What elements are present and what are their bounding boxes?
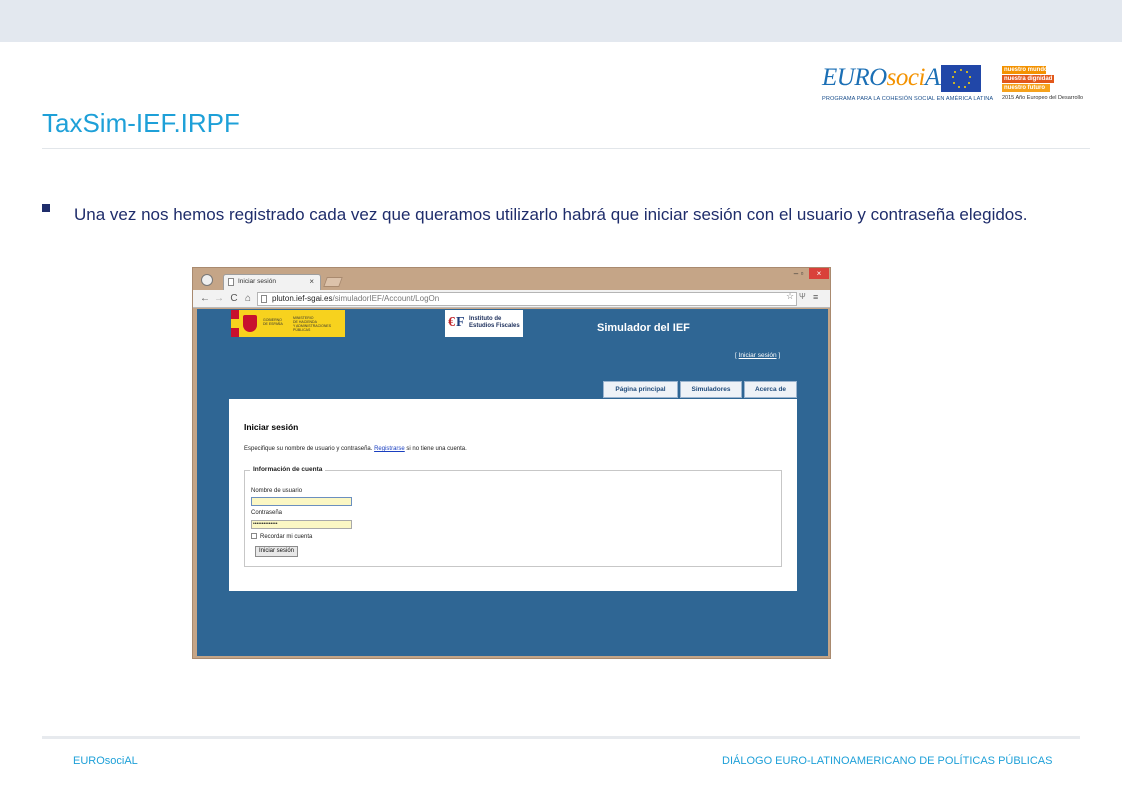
maximize-button[interactable]: ▫ bbox=[795, 268, 809, 279]
browser-screenshot: Iniciar sesión × – ▫ × ← → C ⌂ pluton.ie… bbox=[192, 267, 831, 659]
footer-left: EUROsociAL bbox=[73, 755, 138, 767]
password-input[interactable]: •••••••••••••• bbox=[251, 520, 352, 529]
username-label: Nombre de usuario bbox=[251, 488, 303, 494]
account-fieldset: Información de cuenta Nombre de usuario … bbox=[244, 466, 782, 567]
login-link[interactable]: Iniciar sesión bbox=[739, 352, 777, 359]
page-icon bbox=[228, 278, 234, 286]
url-host: pluton.ief-sgai.es bbox=[272, 294, 333, 303]
reload-icon[interactable]: C bbox=[228, 292, 240, 305]
site-title: Simulador del IEF bbox=[597, 322, 690, 334]
login-link-wrapper: [ Iniciar sesión ] bbox=[735, 352, 781, 359]
login-instructions: Especifique su nombre de usuario y contr… bbox=[244, 446, 467, 452]
tab-simulators[interactable]: Simuladores bbox=[680, 381, 742, 398]
spain-shield-icon bbox=[243, 315, 257, 332]
browser-tab-title: Iniciar sesión bbox=[238, 278, 276, 285]
slide: EUROsociAL PROGRAMA PARA LA COHESIÓN SOC… bbox=[0, 0, 1122, 794]
password-label: Contraseña bbox=[251, 510, 283, 516]
home-icon[interactable]: ⌂ bbox=[242, 292, 254, 305]
login-submit-button[interactable]: Iniciar sesión bbox=[255, 546, 299, 557]
forward-arrow-icon[interactable]: → bbox=[213, 292, 225, 305]
address-bar[interactable]: pluton.ief-sgai.es/simuladorIEF/Account/… bbox=[257, 292, 797, 306]
slide-title: TaxSim-IEF.IRPF bbox=[42, 108, 240, 138]
bullet-square-icon bbox=[42, 204, 50, 212]
login-heading: Iniciar sesión bbox=[244, 422, 299, 432]
new-tab-button[interactable] bbox=[323, 277, 343, 287]
tab-home[interactable]: Página principal bbox=[603, 381, 678, 398]
browser-tab[interactable]: Iniciar sesión × bbox=[223, 274, 321, 290]
browser-toolbar: ← → C ⌂ pluton.ief-sgai.es/simuladorIEF/… bbox=[193, 290, 830, 308]
eurosocial-tagline: PROGRAMA PARA LA COHESIÓN SOCIAL EN AMÉR… bbox=[822, 96, 994, 102]
web-page: GOBIERNO DE ESPAÑA MINISTERIO DE HACIEND… bbox=[197, 309, 828, 656]
fieldset-legend: Información de cuenta bbox=[250, 466, 326, 473]
extension-icon[interactable]: Ψ bbox=[799, 292, 806, 301]
spain-flag-icon bbox=[231, 310, 239, 337]
url-path: /simuladorIEF/Account/LogOn bbox=[332, 294, 440, 303]
username-input[interactable] bbox=[251, 497, 352, 506]
top-band bbox=[0, 0, 1122, 42]
remember-label: Recordar mi cuenta bbox=[260, 534, 313, 540]
tab-close-icon[interactable]: × bbox=[309, 277, 314, 286]
footer-right: DIÁLOGO EURO-LATINOAMERICANO DE POLÍTICA… bbox=[722, 755, 1053, 767]
page-icon bbox=[261, 295, 267, 303]
register-link[interactable]: Registrarse bbox=[374, 446, 405, 452]
browser-menu-icon[interactable]: ≡ bbox=[813, 292, 818, 302]
remember-me[interactable]: Recordar mi cuenta bbox=[251, 533, 312, 540]
browser-profile-icon bbox=[201, 274, 213, 286]
title-divider bbox=[42, 148, 1090, 149]
browser-tabbar: Iniciar sesión × – ▫ × bbox=[193, 268, 830, 290]
tab-about[interactable]: Acerca de bbox=[744, 381, 797, 398]
eurosocial-wordmark: EUROsociAL bbox=[822, 64, 954, 91]
footer-divider bbox=[42, 736, 1080, 739]
login-panel: Iniciar sesión Especifique su nombre de … bbox=[229, 399, 797, 591]
ief-logo: € F Instituto de Estudios Fiscales bbox=[445, 310, 523, 337]
bullet-item: Una vez nos hemos registrado cada vez qu… bbox=[42, 202, 1090, 227]
bullet-text: Una vez nos hemos registrado cada vez qu… bbox=[74, 205, 1028, 224]
gobierno-espana-logo: GOBIERNO DE ESPAÑA MINISTERIO DE HACIEND… bbox=[231, 310, 345, 337]
remember-checkbox[interactable] bbox=[251, 533, 257, 539]
back-arrow-icon[interactable]: ← bbox=[199, 292, 211, 305]
close-window-button[interactable]: × bbox=[809, 268, 829, 279]
bookmark-star-icon[interactable]: ☆ bbox=[786, 291, 794, 302]
eu-flag-icon bbox=[941, 65, 981, 92]
nuestro-mundo-logo: nuestro mundo nuestra dignidad nuestro f… bbox=[1002, 66, 1084, 101]
